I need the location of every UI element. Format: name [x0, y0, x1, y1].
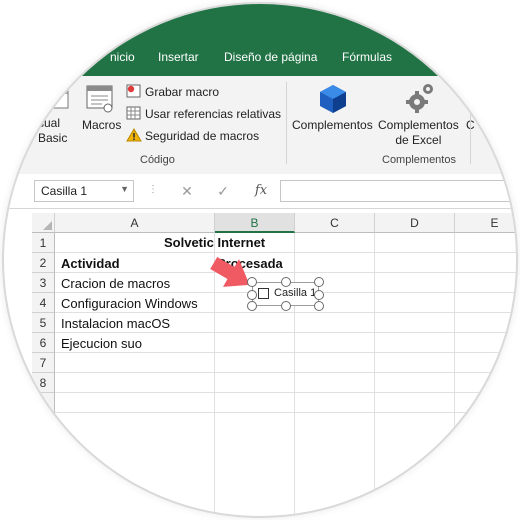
- ribbon-tab-bar: nicio Insertar Diseño de página Fórmulas: [4, 4, 516, 76]
- relative-refs-label: Usar referencias relativas: [145, 107, 282, 121]
- spreadsheet-grid: A B C D E 1 2 3 4 5 6 7 8 9 Solvetic Int…: [4, 208, 516, 516]
- cell-a2[interactable]: Actividad: [61, 254, 120, 274]
- row-header[interactable]: 5: [32, 313, 55, 333]
- gridline: [374, 233, 375, 516]
- gridline: [55, 372, 516, 373]
- cell-a4[interactable]: Configuracion Windows: [61, 294, 198, 314]
- resize-handle[interactable]: [247, 290, 257, 300]
- row-header[interactable]: 3: [32, 273, 55, 293]
- checkbox-label: Casilla 1: [274, 287, 317, 299]
- group-separator: [286, 82, 287, 164]
- complementos-label: Complementos: [292, 118, 373, 132]
- cancel-icon[interactable]: ✕: [170, 180, 204, 202]
- select-all-button[interactable]: [32, 213, 55, 233]
- row-header[interactable]: 7: [32, 353, 55, 373]
- row-header[interactable]: 8: [32, 373, 55, 393]
- gear-icon: [406, 84, 433, 113]
- row-header[interactable]: 9: [32, 393, 55, 413]
- formula-bar: Casilla 1 ▼ ⋮ ✕ ✓ fx: [4, 174, 516, 209]
- formula-input[interactable]: [280, 180, 516, 202]
- gridline: [454, 233, 455, 516]
- select-all-icon: [43, 221, 52, 230]
- name-box-value: Casilla 1: [41, 184, 88, 198]
- cell-a6[interactable]: Ejecucion suo: [61, 334, 142, 354]
- row-header[interactable]: 4: [32, 293, 55, 313]
- resize-handle[interactable]: [314, 301, 324, 311]
- row-header[interactable]: 6: [32, 333, 55, 353]
- record-macro-label: Grabar macro: [145, 85, 220, 99]
- tab-diseno-pagina[interactable]: Diseño de página: [224, 50, 317, 64]
- insert-function-icon[interactable]: fx: [244, 180, 278, 202]
- visual-basic-icon: [46, 89, 69, 109]
- name-box[interactable]: Casilla 1 ▼: [34, 180, 134, 202]
- row-header-blank: [32, 413, 55, 513]
- record-macro-icon: [126, 84, 141, 98]
- column-header-a[interactable]: A: [55, 213, 215, 233]
- resize-handle[interactable]: [281, 277, 291, 287]
- relative-references-icon: [126, 106, 141, 120]
- resize-handle[interactable]: [314, 290, 324, 300]
- column-header-b[interactable]: B: [215, 213, 295, 233]
- tab-insertar[interactable]: Insertar: [158, 50, 199, 64]
- resize-handle[interactable]: [247, 277, 257, 287]
- gridline: [55, 252, 516, 253]
- row-header[interactable]: 1: [32, 233, 55, 253]
- resize-handle[interactable]: [314, 277, 324, 287]
- gridline: [55, 412, 516, 413]
- cell-a5[interactable]: Instalacion macOS: [61, 314, 170, 334]
- warning-icon: [126, 128, 142, 142]
- cell-title[interactable]: Solvetic Internet: [164, 233, 265, 253]
- macro-security-label: Seguridad de macros: [145, 129, 260, 143]
- zoom-lens: nicio Insertar Diseño de página Fórmulas…: [4, 4, 516, 516]
- tab-inicio[interactable]: nicio: [110, 50, 135, 64]
- macros-label: Macros: [82, 118, 122, 132]
- chevron-down-icon[interactable]: ▼: [120, 184, 129, 194]
- enter-icon[interactable]: ✓: [206, 180, 240, 202]
- codigo-group-label: Código: [140, 154, 175, 166]
- group-separator: [470, 82, 471, 164]
- checkbox-icon[interactable]: [258, 288, 269, 299]
- row-header[interactable]: 2: [32, 253, 55, 273]
- column-header-e[interactable]: E: [455, 213, 516, 233]
- gridline: [55, 392, 516, 393]
- gridline: [294, 233, 295, 516]
- column-header-d[interactable]: D: [375, 213, 455, 233]
- complementos-excel-label: Complementos de Excel: [378, 118, 459, 147]
- add-ins-store-icon: [320, 85, 346, 113]
- visual-basic-label: sual Basic: [38, 116, 68, 145]
- ribbon-panel: sual Basic Macros Grabar macro Usar refe…: [4, 76, 516, 175]
- complementos-group-label: Complementos: [382, 154, 456, 166]
- column-header-c[interactable]: C: [295, 213, 375, 233]
- resize-handle[interactable]: [247, 301, 257, 311]
- resize-handle[interactable]: [281, 301, 291, 311]
- macros-icon: [86, 85, 113, 113]
- gridline: [55, 272, 516, 273]
- resize-handle-icon[interactable]: ⋮: [148, 184, 158, 195]
- tab-formulas[interactable]: Fórmulas: [342, 50, 392, 64]
- cell-a3[interactable]: Cracion de macros: [61, 274, 170, 294]
